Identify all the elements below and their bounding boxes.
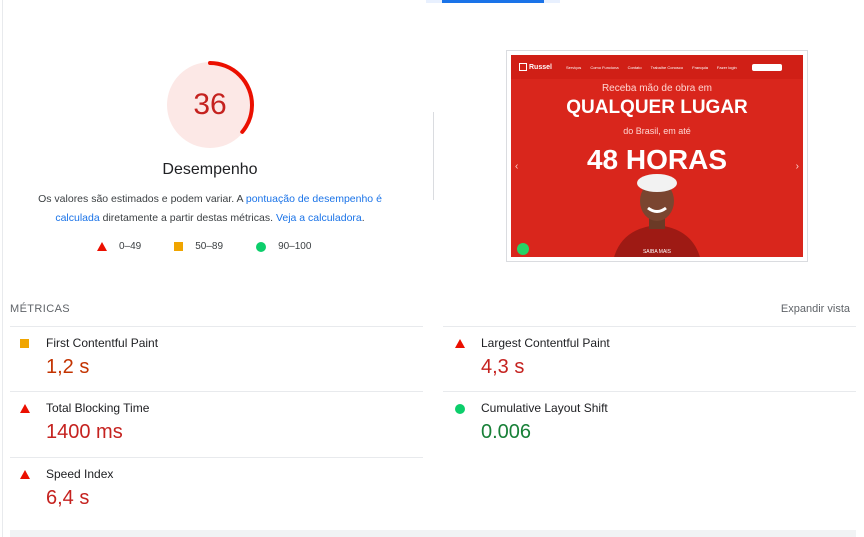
metric-value: 1400 ms [46, 421, 123, 443]
metrics-title: MÉTRICAS [10, 303, 71, 315]
square-icon [174, 242, 184, 251]
metric-divider [10, 326, 423, 327]
circle-icon [455, 404, 465, 414]
screenshot-navbar: Russel Serviços Como Funciona Contato Tr… [511, 55, 803, 79]
metric-divider [10, 457, 423, 458]
screenshot-nav-item: Trabalhe Conosco [650, 64, 684, 70]
description-suffix: . [361, 212, 365, 224]
screenshot-nav-item: Como Funciona [590, 64, 619, 70]
legend-range-good: 90–100 [278, 241, 312, 252]
circle-icon [256, 241, 267, 252]
final-screenshot[interactable]: Russel Serviços Como Funciona Contato Tr… [506, 50, 808, 262]
metric-name: Speed Index [46, 467, 114, 481]
square-icon [20, 339, 29, 348]
metric-name: Total Blocking Time [46, 401, 150, 415]
logo-mark-icon [519, 63, 527, 71]
legend-range-average: 50–89 [195, 241, 224, 252]
metric-name: Cumulative Layout Shift [481, 401, 608, 415]
page-left-border [2, 0, 3, 537]
tab-active-indicator [442, 0, 544, 3]
legend-range-poor: 0–49 [119, 241, 142, 252]
chevron-left-icon: ‹ [515, 161, 519, 172]
metric-value: 4,3 s [481, 356, 525, 378]
performance-gauge: 36 [165, 60, 255, 150]
screenshot-headline-2: QUALQUER LUGAR [566, 97, 748, 118]
description-prefix: Os valores são estimados e podem variar.… [38, 193, 246, 205]
metric-divider [10, 391, 423, 392]
triangle-icon [20, 404, 30, 413]
screenshot-logo: Russel [519, 63, 552, 71]
metric-divider [443, 326, 856, 327]
bottom-scroll-area [10, 530, 856, 537]
screenshot-search-box [751, 63, 782, 71]
screenshot-nav-item: Fazer login [716, 64, 737, 70]
metric-value: 1,2 s [46, 356, 90, 378]
performance-score: 36 [193, 88, 227, 121]
triangle-icon [20, 470, 30, 479]
legend-item-poor: 0–49 [97, 241, 141, 252]
screenshot-brand: Russel [529, 63, 552, 71]
screenshot-canvas: Russel Serviços Como Funciona Contato Tr… [511, 55, 803, 257]
score-description: Os valores são estimados e podem variar.… [20, 190, 400, 228]
calculator-link[interactable]: Veja a calculadora [276, 212, 362, 224]
performance-label: Desempenho [162, 161, 258, 178]
screenshot-nav-item: Contato [627, 64, 642, 70]
metric-value: 0.006 [481, 421, 532, 443]
legend-item-good: 90–100 [256, 241, 311, 252]
screenshot-nav-item: Franquia [692, 64, 708, 70]
screenshot-headline-3: do Brasil, em até [623, 126, 691, 136]
score-legend: 0–49 50–89 90–100 [97, 241, 344, 252]
screenshot-cta: SAIBA MAIS [642, 249, 672, 255]
expand-view-button[interactable]: Expandir vista [781, 303, 850, 315]
screenshot-nav-item: Serviços [565, 64, 582, 70]
person-illustration [614, 174, 700, 257]
metric-value: 6,4 s [46, 487, 90, 509]
chevron-right-icon: › [795, 161, 799, 172]
screenshot-headline-1: Receba mão de obra em [601, 83, 713, 94]
whatsapp-icon [517, 243, 529, 255]
triangle-icon [455, 339, 465, 348]
legend-item-average: 50–89 [174, 241, 223, 252]
metric-name: First Contentful Paint [46, 336, 159, 350]
triangle-icon [97, 242, 107, 251]
section-divider [433, 112, 434, 200]
metric-name: Largest Contentful Paint [481, 336, 610, 350]
metric-divider [443, 391, 856, 392]
description-middle: diretamente a partir destas métricas. [99, 212, 276, 224]
